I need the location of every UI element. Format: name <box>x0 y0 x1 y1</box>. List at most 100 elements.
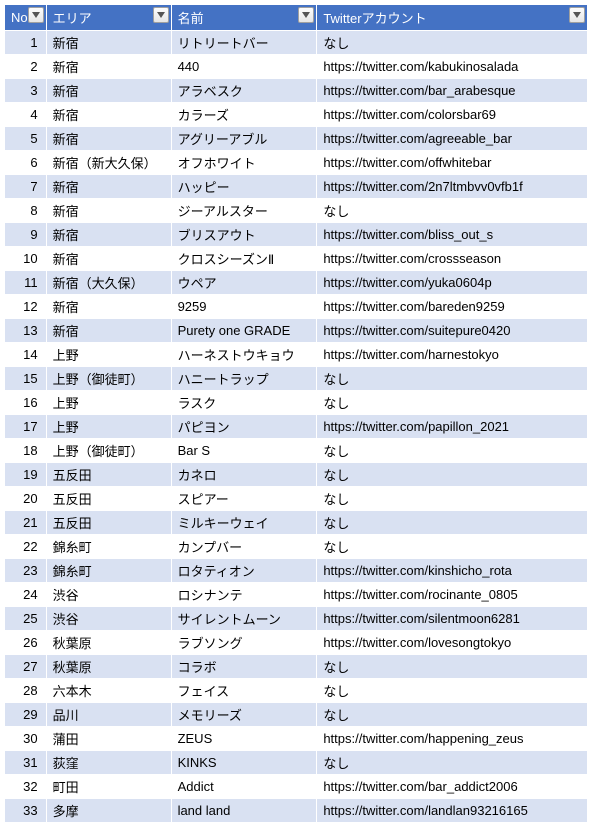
data-table: No. エリア 名前 Twitterアカウント <box>4 4 588 823</box>
cell-name: カラーズ <box>171 103 317 127</box>
cell-twitter: なし <box>317 679 588 703</box>
table-row: 28六本木フェイスなし <box>5 679 588 703</box>
table-row: 22錦糸町カンプバーなし <box>5 535 588 559</box>
cell-twitter: なし <box>317 31 588 55</box>
cell-no: 11 <box>5 271 47 295</box>
cell-area: 多摩 <box>46 799 171 823</box>
table-row: 11新宿（大久保）ウペアhttps://twitter.com/yuka0604… <box>5 271 588 295</box>
cell-no: 20 <box>5 487 47 511</box>
cell-name: パピヨン <box>171 415 317 439</box>
cell-no: 17 <box>5 415 47 439</box>
cell-twitter: https://twitter.com/offwhitebar <box>317 151 588 175</box>
header-twitter[interactable]: Twitterアカウント <box>317 5 588 31</box>
cell-name: ロタティオン <box>171 559 317 583</box>
cell-area: 新宿 <box>46 199 171 223</box>
cell-no: 32 <box>5 775 47 799</box>
chevron-down-icon <box>573 12 581 18</box>
cell-twitter: なし <box>317 391 588 415</box>
cell-no: 33 <box>5 799 47 823</box>
cell-name: ラスク <box>171 391 317 415</box>
cell-twitter: https://twitter.com/bar_arabesque <box>317 79 588 103</box>
cell-area: 新宿 <box>46 223 171 247</box>
cell-no: 24 <box>5 583 47 607</box>
cell-twitter: https://twitter.com/lovesongtokyo <box>317 631 588 655</box>
cell-no: 9 <box>5 223 47 247</box>
table-row: 24渋谷ロシナンテhttps://twitter.com/rocinante_0… <box>5 583 588 607</box>
header-twitter-label: Twitterアカウント <box>323 8 444 27</box>
cell-no: 6 <box>5 151 47 175</box>
cell-name: 9259 <box>171 295 317 319</box>
header-name[interactable]: 名前 <box>171 5 317 31</box>
cell-name: オフホワイト <box>171 151 317 175</box>
cell-twitter: https://twitter.com/landlan93216165 <box>317 799 588 823</box>
cell-name: ラブソング <box>171 631 317 655</box>
cell-twitter: https://twitter.com/colorsbar69 <box>317 103 588 127</box>
cell-twitter: なし <box>317 439 588 463</box>
cell-area: 新宿 <box>46 31 171 55</box>
table-row: 19五反田カネロなし <box>5 463 588 487</box>
table-row: 18上野（御徒町）Bar Sなし <box>5 439 588 463</box>
cell-area: 新宿 <box>46 175 171 199</box>
filter-button-name[interactable] <box>298 7 314 23</box>
cell-twitter: なし <box>317 487 588 511</box>
cell-no: 22 <box>5 535 47 559</box>
table-row: 15上野（御徒町）ハニートラップなし <box>5 367 588 391</box>
cell-no: 26 <box>5 631 47 655</box>
cell-twitter: https://twitter.com/rocinante_0805 <box>317 583 588 607</box>
cell-name: Purety one GRADE <box>171 319 317 343</box>
cell-no: 16 <box>5 391 47 415</box>
header-no[interactable]: No. <box>5 5 47 31</box>
cell-area: 新宿 <box>46 55 171 79</box>
cell-no: 23 <box>5 559 47 583</box>
filter-button-twitter[interactable] <box>569 7 585 23</box>
chevron-down-icon <box>32 12 40 18</box>
cell-name: ハニートラップ <box>171 367 317 391</box>
cell-area: 上野 <box>46 391 171 415</box>
cell-twitter: https://twitter.com/kinshicho_rota <box>317 559 588 583</box>
cell-twitter: https://twitter.com/yuka0604p <box>317 271 588 295</box>
cell-area: 錦糸町 <box>46 559 171 583</box>
table-row: 33多摩land landhttps://twitter.com/landlan… <box>5 799 588 823</box>
header-area[interactable]: エリア <box>46 5 171 31</box>
cell-twitter: https://twitter.com/bar_addict2006 <box>317 775 588 799</box>
cell-area: 五反田 <box>46 511 171 535</box>
cell-area: 新宿 <box>46 103 171 127</box>
cell-no: 18 <box>5 439 47 463</box>
cell-name: ロシナンテ <box>171 583 317 607</box>
cell-area: 新宿 <box>46 295 171 319</box>
table-row: 1新宿リトリートバーなし <box>5 31 588 55</box>
cell-area: 新宿 <box>46 247 171 271</box>
cell-no: 19 <box>5 463 47 487</box>
cell-twitter: https://twitter.com/agreeable_bar <box>317 127 588 151</box>
cell-name: カンプバー <box>171 535 317 559</box>
cell-twitter: https://twitter.com/bareden9259 <box>317 295 588 319</box>
cell-area: 上野 <box>46 343 171 367</box>
table-row: 25渋谷サイレントムーンhttps://twitter.com/silentmo… <box>5 607 588 631</box>
table-body: 1新宿リトリートバーなし2新宿440https://twitter.com/ka… <box>5 31 588 823</box>
cell-twitter: https://twitter.com/papillon_2021 <box>317 415 588 439</box>
cell-no: 28 <box>5 679 47 703</box>
table-row: 27秋葉原コラボなし <box>5 655 588 679</box>
cell-name: KINKS <box>171 751 317 775</box>
cell-no: 30 <box>5 727 47 751</box>
table-row: 5新宿アグリーアブルhttps://twitter.com/agreeable_… <box>5 127 588 151</box>
cell-area: 六本木 <box>46 679 171 703</box>
cell-name: スピアー <box>171 487 317 511</box>
cell-area: 上野（御徒町） <box>46 439 171 463</box>
cell-area: 五反田 <box>46 463 171 487</box>
cell-twitter: なし <box>317 199 588 223</box>
cell-name: 440 <box>171 55 317 79</box>
cell-no: 8 <box>5 199 47 223</box>
cell-area: 秋葉原 <box>46 631 171 655</box>
cell-area: 上野 <box>46 415 171 439</box>
header-name-label: 名前 <box>178 8 222 27</box>
filter-button-area[interactable] <box>153 7 169 23</box>
cell-name: ブリスアウト <box>171 223 317 247</box>
cell-no: 25 <box>5 607 47 631</box>
table-row: 3新宿アラベスクhttps://twitter.com/bar_arabesqu… <box>5 79 588 103</box>
filter-button-no[interactable] <box>28 7 44 23</box>
cell-twitter: なし <box>317 751 588 775</box>
cell-twitter: なし <box>317 655 588 679</box>
cell-name: Addict <box>171 775 317 799</box>
table-row: 26秋葉原ラブソングhttps://twitter.com/lovesongto… <box>5 631 588 655</box>
